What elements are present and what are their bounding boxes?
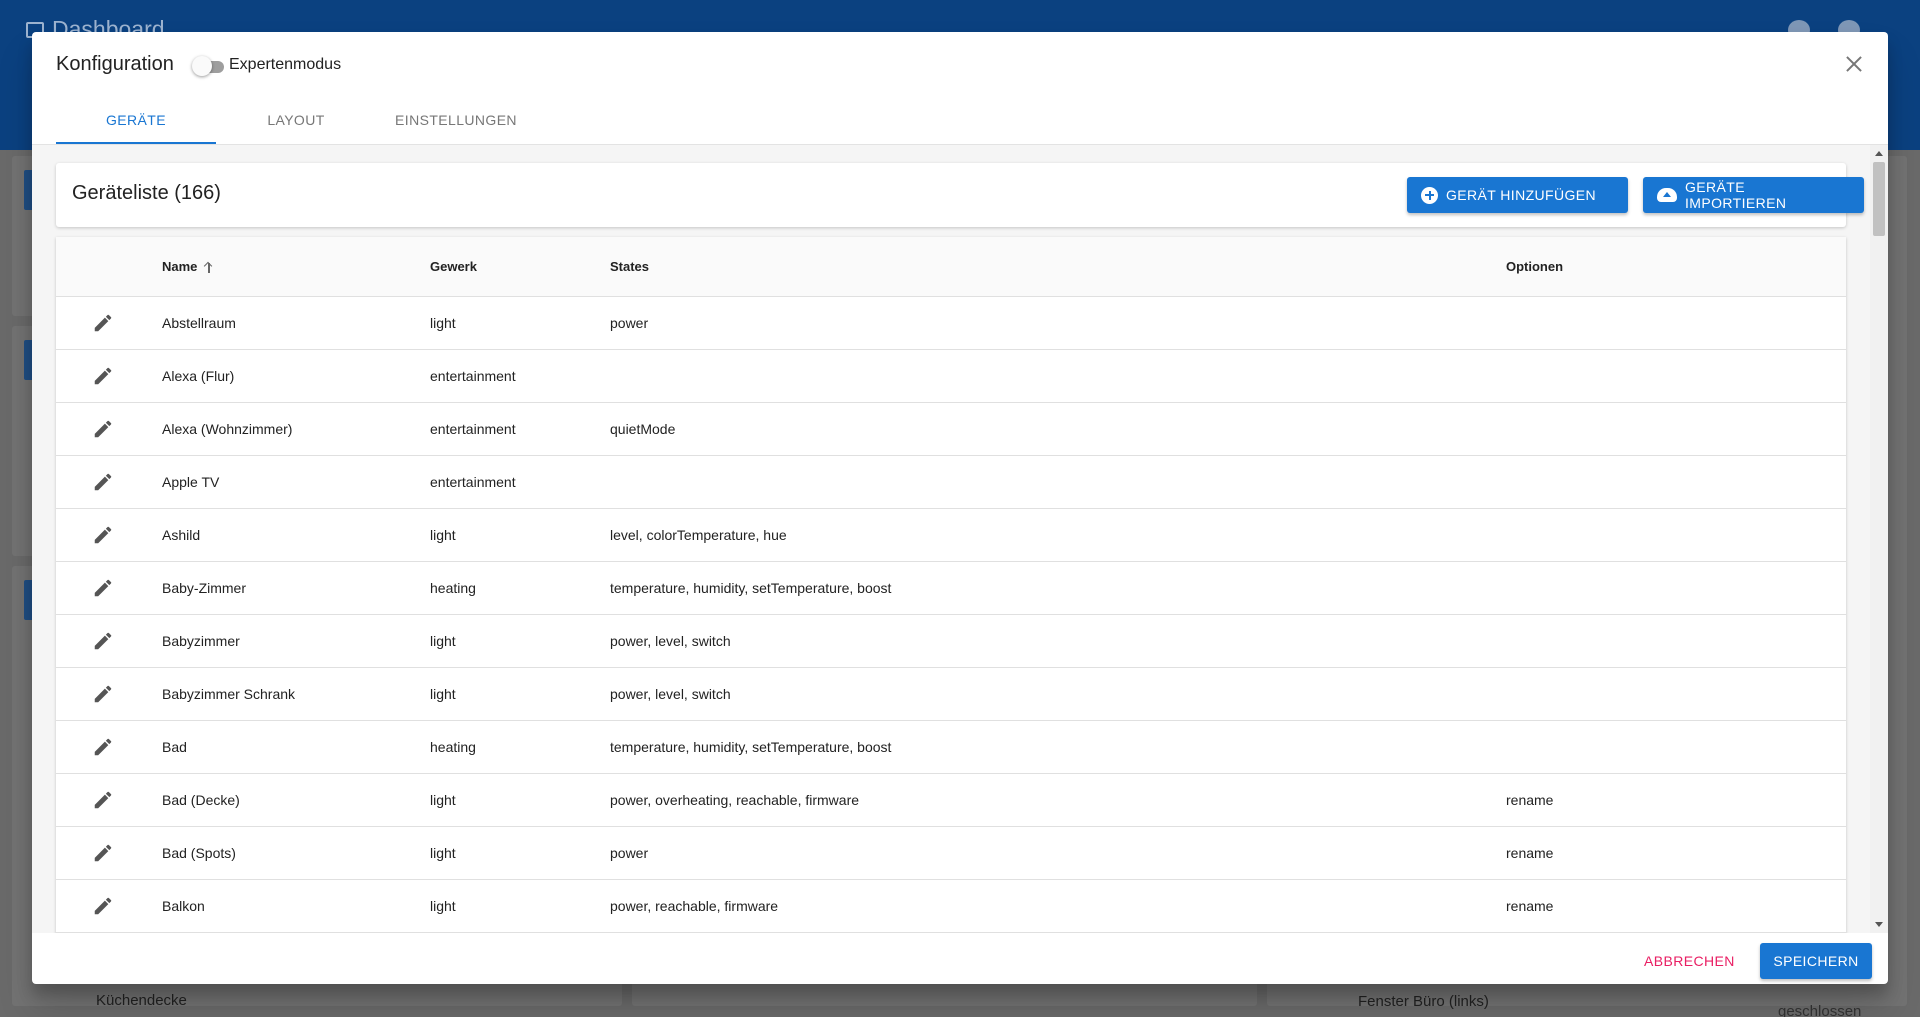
table-row: Alexa (Wohnzimmer) entertainment quietMode bbox=[56, 403, 1846, 456]
device-gewerk: light bbox=[430, 315, 456, 331]
device-states: power bbox=[610, 315, 649, 331]
device-gewerk: entertainment bbox=[430, 368, 516, 384]
pencil-icon[interactable] bbox=[92, 365, 114, 387]
device-name: Babyzimmer Schrank bbox=[162, 686, 296, 702]
save-button[interactable]: Speichern bbox=[1760, 943, 1872, 979]
tab-settings[interactable]: Einstellungen bbox=[376, 96, 536, 144]
tab-layout[interactable]: Layout bbox=[216, 96, 376, 144]
table-row: Babyzimmer Schrank light power, level, swi… bbox=[56, 668, 1846, 721]
device-gewerk: heating bbox=[430, 580, 476, 596]
device-gewerk: light bbox=[430, 527, 456, 543]
device-gewerk: entertainment bbox=[430, 421, 516, 437]
dialog-content: Geräteliste (166) Gerät hinzufügen Gerät… bbox=[32, 145, 1888, 933]
import-devices-label: Geräte importieren bbox=[1685, 179, 1787, 211]
bg-item-label: Fenster Büro (links) bbox=[1358, 993, 1489, 1010]
table-row: Abstellraum light power bbox=[56, 297, 1846, 350]
scroll-thumb[interactable] bbox=[1873, 162, 1885, 236]
device-options: rename bbox=[1506, 792, 1554, 808]
scroll-down-icon[interactable] bbox=[1875, 922, 1883, 927]
arrow-up-icon bbox=[203, 261, 215, 273]
table-row: Ashild light level, colorTemperature, hue bbox=[56, 509, 1846, 562]
device-table: Name Gewerk States Optionen Abstellraum l… bbox=[56, 237, 1846, 933]
device-name: Apple TV bbox=[162, 474, 220, 490]
pencil-icon[interactable] bbox=[92, 312, 114, 334]
table-row: Apple TV entertainment bbox=[56, 456, 1846, 509]
device-name: Bad (Decke) bbox=[162, 792, 240, 808]
device-gewerk: light bbox=[430, 686, 456, 702]
device-name: Bad bbox=[162, 739, 187, 755]
table-row: Balkon light power, reachable, firmware ren… bbox=[56, 880, 1846, 933]
expert-mode-toggle[interactable] bbox=[192, 56, 226, 76]
device-name: Alexa (Flur) bbox=[162, 368, 235, 384]
bg-item-label: Küchendecke bbox=[96, 992, 187, 1009]
device-gewerk: light bbox=[430, 633, 456, 649]
column-header-name-label: Name bbox=[162, 259, 198, 274]
table-row: Baby-Zimmer heating temperature, humidity,… bbox=[56, 562, 1846, 615]
pencil-icon[interactable] bbox=[92, 471, 114, 493]
pencil-icon[interactable] bbox=[92, 630, 114, 652]
pencil-icon[interactable] bbox=[92, 418, 114, 440]
table-row: Bad heating temperature, humidity, setTemp… bbox=[56, 721, 1846, 774]
toggle-thumb bbox=[192, 56, 212, 76]
column-header-name[interactable]: Name bbox=[162, 259, 215, 274]
device-gewerk: light bbox=[430, 792, 456, 808]
pencil-icon[interactable] bbox=[92, 577, 114, 599]
device-name: Abstellraum bbox=[162, 315, 236, 331]
tab-bar: Geräte Layout Einstellungen bbox=[56, 96, 536, 144]
tab-devices[interactable]: Geräte bbox=[56, 96, 216, 144]
device-states: level, colorTemperature, hue bbox=[610, 527, 787, 543]
device-gewerk: light bbox=[430, 845, 456, 861]
close-icon[interactable] bbox=[1842, 52, 1866, 76]
pencil-icon[interactable] bbox=[92, 842, 114, 864]
device-states: power bbox=[610, 845, 649, 861]
column-header-gewerk[interactable]: Gewerk bbox=[430, 259, 477, 274]
add-circle-icon bbox=[1421, 186, 1438, 204]
device-name: Bad (Spots) bbox=[162, 845, 236, 861]
content-scrollbar[interactable] bbox=[1870, 145, 1888, 933]
dialog-header: Konfiguration Expertenmodus Geräte Layou… bbox=[32, 32, 1888, 145]
device-name: Alexa (Wohnzimmer) bbox=[162, 421, 293, 437]
device-options: rename bbox=[1506, 845, 1554, 861]
table-row: Bad (Decke) light power, overheating, reac… bbox=[56, 774, 1846, 827]
device-gewerk: light bbox=[430, 898, 456, 914]
config-dialog: Konfiguration Expertenmodus Geräte Layou… bbox=[32, 32, 1888, 984]
device-gewerk: entertainment bbox=[430, 474, 516, 490]
device-states: power, reachable, firmware bbox=[610, 898, 779, 914]
table-row: Bad (Spots) light power rename bbox=[56, 827, 1846, 880]
device-states: temperature, humidity, setTemperature, b… bbox=[610, 739, 892, 755]
cancel-button[interactable]: Abbrechen bbox=[1632, 943, 1747, 979]
add-device-button[interactable]: Gerät hinzufügen bbox=[1407, 177, 1628, 213]
dialog-title: Konfiguration bbox=[56, 53, 174, 75]
device-name: Baby-Zimmer bbox=[162, 580, 247, 596]
pencil-icon[interactable] bbox=[92, 524, 114, 546]
device-name: Babyzimmer bbox=[162, 633, 240, 649]
dialog-footer: Abbrechen Speichern bbox=[32, 933, 1888, 984]
expert-mode-label: Expertenmodus bbox=[229, 56, 342, 73]
cloud-upload-icon bbox=[1657, 188, 1677, 202]
device-list-header: Geräteliste (166) Gerät hinzufügen Gerät… bbox=[56, 163, 1864, 227]
pencil-icon[interactable] bbox=[92, 683, 114, 705]
column-header-options[interactable]: Optionen bbox=[1506, 259, 1563, 274]
device-states: quietMode bbox=[610, 421, 676, 437]
device-name: Ashild bbox=[162, 527, 201, 543]
pencil-icon[interactable] bbox=[92, 895, 114, 917]
pencil-icon[interactable] bbox=[92, 789, 114, 811]
device-gewerk: heating bbox=[430, 739, 476, 755]
import-devices-button[interactable]: Geräte importieren bbox=[1643, 177, 1864, 213]
scroll-up-icon[interactable] bbox=[1875, 151, 1883, 156]
table-header: Name Gewerk States Optionen bbox=[56, 237, 1846, 297]
device-states: temperature, humidity, setTemperature, b… bbox=[610, 580, 892, 596]
column-header-states[interactable]: States bbox=[610, 259, 649, 274]
table-row: Babyzimmer light power, level, switch bbox=[56, 615, 1846, 668]
device-states: power, level, switch bbox=[610, 633, 731, 649]
device-options: rename bbox=[1506, 898, 1554, 914]
pencil-icon[interactable] bbox=[92, 736, 114, 758]
device-name: Balkon bbox=[162, 898, 205, 914]
add-device-label: Gerät hinzufügen bbox=[1446, 187, 1597, 203]
table-row: Alexa (Flur) entertainment bbox=[56, 350, 1846, 403]
device-states: power, overheating, reachable, firmware bbox=[610, 792, 860, 808]
bg-item-status: geschlossen bbox=[1778, 1003, 1862, 1017]
device-list-title: Geräteliste (166) bbox=[72, 182, 221, 204]
device-states: power, level, switch bbox=[610, 686, 731, 702]
